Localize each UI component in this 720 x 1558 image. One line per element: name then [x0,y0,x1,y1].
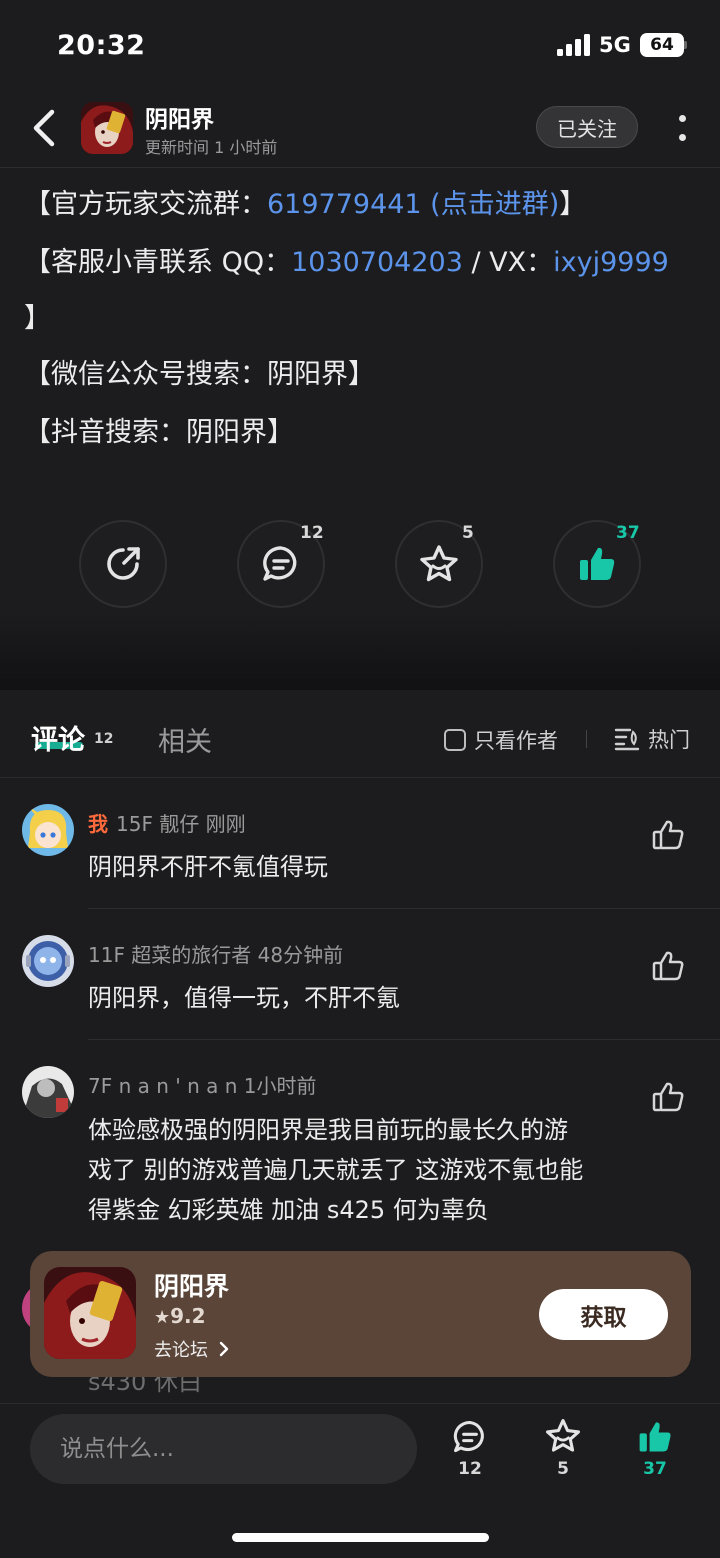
article-text: / VX： [462,247,554,278]
more-dot-icon [678,115,686,122]
bottom-comment-count: 12 [458,1459,482,1479]
author-only-label: 只看作者 [474,729,558,753]
avatar-image [22,1066,74,1118]
thumbs-up-outline-icon [652,1082,684,1112]
sort-hot-button[interactable]: 热门 [614,724,690,754]
avatar[interactable] [22,1066,74,1118]
bottom-like-button[interactable]: 37 [620,1418,690,1479]
game-logo-image [81,102,133,154]
thumbs-up-icon [580,547,615,580]
vx-link[interactable]: ixyj9999 [553,247,669,278]
network-type: 5G [599,33,631,57]
comment-like-button[interactable] [648,1077,688,1117]
article-line-group: 【官方玩家交流群：619779441 (点击进群)】 [24,182,586,221]
page-title: 阴阳界 [145,107,214,133]
bottom-favorite-count: 5 [557,1459,569,1479]
forum-link-label: 去论坛 [154,1340,208,1361]
comment-divider [88,1039,720,1040]
share-icon [107,547,140,580]
update-time: 更新时间 1 小时前 [145,138,278,157]
article-line-wechat: 【微信公众号搜索：阴阳界】 [24,359,375,390]
chevron-left-icon [33,109,55,147]
follow-button[interactable]: 已关注 [536,106,638,148]
app-rating: ★9.2 [154,1304,206,1328]
tab-related[interactable]: 相关 [158,720,212,759]
avatar-image [22,804,74,856]
bottom-favorite-button[interactable]: 5 [528,1416,598,1479]
app-rating-value: 9.2 [170,1304,206,1328]
more-options-button[interactable] [668,108,696,148]
comment-text: 阴阳界不肝不氪值得玩 [88,853,328,881]
section-separator [0,612,720,690]
more-dot-icon [678,134,686,141]
game-avatar[interactable] [81,102,133,154]
chevron-right-icon [219,1341,228,1357]
app-name: 阴阳界 [154,1272,230,1301]
article-line-contact: 【客服小青联系 QQ：1030704203 / VX：ixyj9999 [24,240,669,279]
checkbox-icon [444,729,466,751]
bottom-comment-button[interactable]: 12 [435,1418,505,1479]
comment-text-line: 戏了 别的游戏普遍几天就丢了 这游戏不氪也能 [88,1156,584,1184]
thumbs-up-outline-icon [652,951,684,981]
star-icon [546,1419,580,1452]
avatar-image [22,935,74,987]
bottom-like-count: 37 [643,1459,667,1479]
thumbs-up-icon [639,1422,671,1452]
article-line-end: 】 [24,303,51,334]
comment-text-line: 体验感极强的阴阳界是我目前玩的最长久的游 [88,1116,568,1144]
go-to-forum-link[interactable]: 去论坛 [154,1336,230,1362]
share-button[interactable] [79,520,167,608]
comment-meta: 11F 超菜的旅行者 48分钟前 [88,943,344,967]
divider [586,730,587,748]
header-divider [0,167,720,168]
get-app-button[interactable]: 获取 [539,1289,668,1340]
comment-meta-text: 15F 靓仔 刚刚 [116,812,246,836]
home-indicator[interactable] [232,1533,489,1542]
comment-input[interactable]: 说点什么... [30,1414,417,1484]
comment-meta: 我 15F 靓仔 刚刚 [88,808,246,837]
article-text: 】 [559,189,587,220]
article-line-douyin: 【抖音搜索：阴阳界】 [24,417,294,448]
comment-icon [453,1420,484,1453]
comment-meta: 7F n a n ' n a n 1小时前 [88,1074,317,1098]
favorite-count-badge: 5 [462,523,474,543]
comment-like-button[interactable] [648,946,688,986]
star-filled-icon: ★ [154,1307,171,1328]
tab-comments[interactable]: 评论 [31,718,85,757]
battery-tip [684,41,687,49]
sort-icon [614,728,640,751]
qq-link[interactable]: 1030704203 [291,247,463,278]
sort-hot-label: 热门 [648,728,690,752]
app-icon[interactable] [44,1267,136,1359]
article-text: 【官方玩家交流群： [24,189,267,220]
avatar[interactable] [22,935,74,987]
comment-icon [263,546,297,581]
article-text: 【客服小青联系 QQ： [24,247,292,278]
me-tag: 我 [88,812,108,836]
status-time: 20:32 [57,30,146,61]
like-count-badge: 37 [616,523,640,543]
comment-text-line: 得紫金 幻彩英雄 加油 s425 何为辜负 [88,1196,489,1224]
battery-icon: 64 [640,33,684,57]
signal-icon [557,34,590,56]
group-join-link[interactable]: 619779441 (点击进群) [267,189,559,220]
comment-count-badge: 12 [300,523,324,543]
author-only-toggle[interactable]: 只看作者 [444,725,558,755]
comment-like-button[interactable] [648,815,688,855]
back-button[interactable] [24,106,64,150]
tab-comments-count: 12 [94,731,114,747]
thumbs-up-outline-icon [652,820,684,850]
star-icon [420,545,458,582]
avatar[interactable] [22,804,74,856]
game-logo-image [44,1267,136,1359]
comment-divider [88,908,720,909]
comment-text: 阴阳界，值得一玩，不肝不氪 [88,984,400,1012]
